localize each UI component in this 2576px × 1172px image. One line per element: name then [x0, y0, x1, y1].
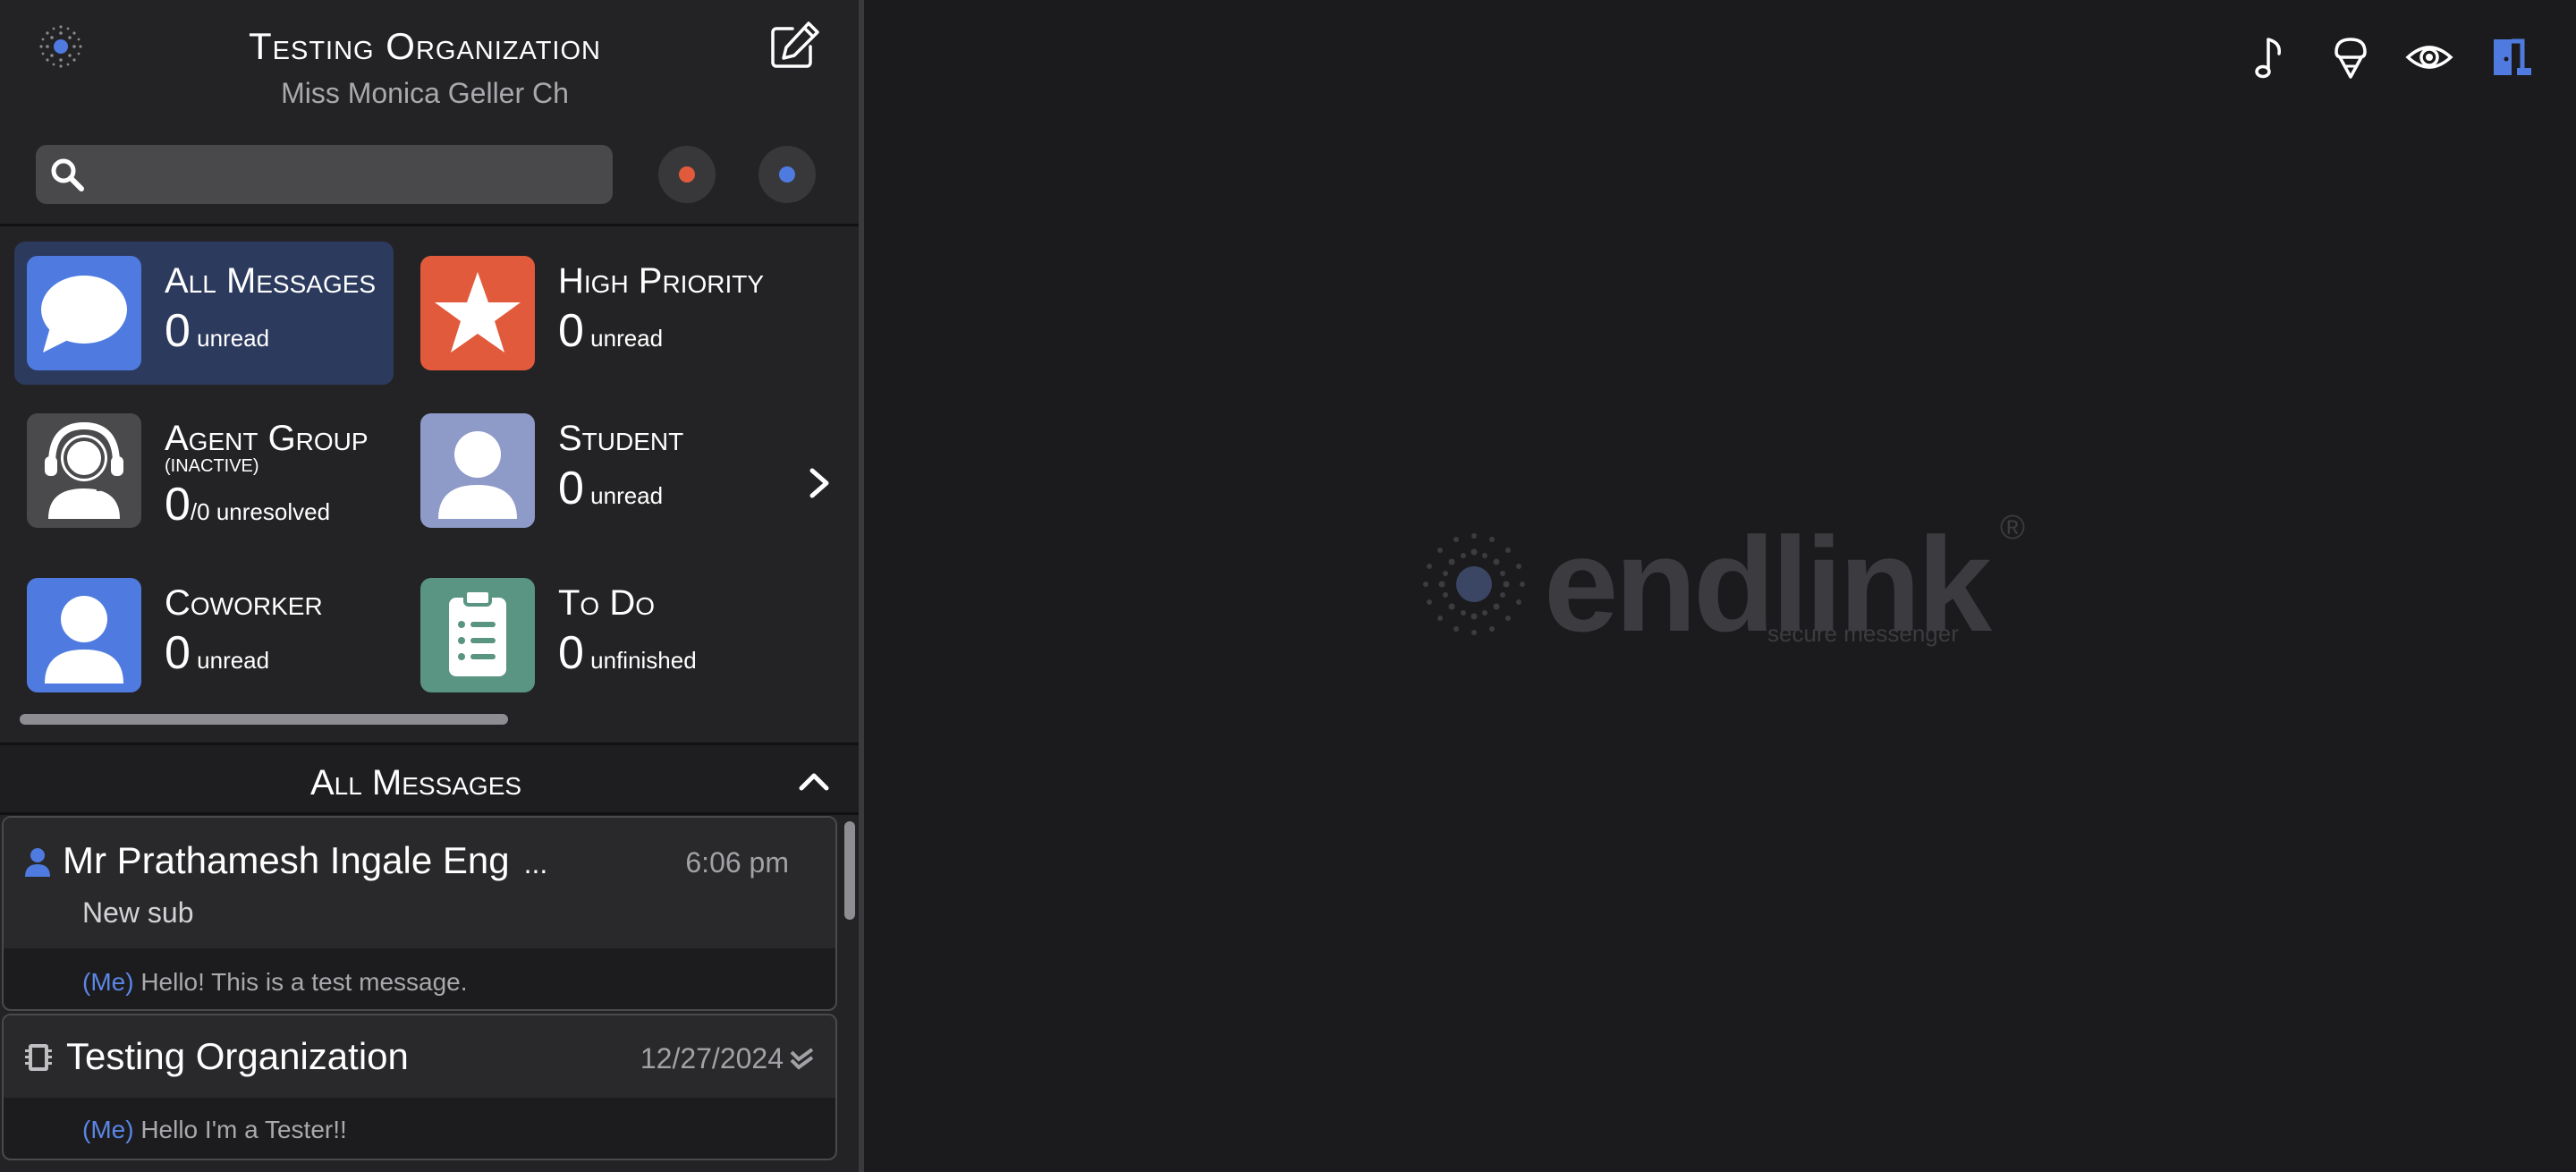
folder-count: 0 unread — [165, 305, 270, 357]
folder-title: To Do — [558, 583, 655, 623]
folder-count: 0 unread — [558, 463, 664, 514]
music-note-icon[interactable] — [2245, 32, 2295, 82]
user-name: Miss Monica Geller Ch — [281, 77, 569, 109]
headset-agent-icon — [27, 413, 141, 528]
conversation-time: 12/27/2024 — [640, 1042, 784, 1074]
folder-student[interactable]: Student 0 unread — [408, 399, 787, 542]
folder-high-priority[interactable]: High Priority 0 unread — [408, 242, 787, 385]
star-icon — [420, 256, 535, 370]
conversation-subject: New sub — [82, 896, 194, 929]
logout-door-icon[interactable] — [2487, 32, 2537, 82]
divider — [0, 224, 859, 226]
endlink-brand-logo: endlink ® secure messenger — [1419, 509, 2036, 659]
search-icon — [51, 158, 84, 191]
person-icon — [27, 578, 141, 692]
conversation-name: Testing Organization — [66, 1035, 409, 1077]
folder-to-do[interactable]: To Do 0 unfinished — [408, 564, 787, 707]
folders-horizontal-scrollbar[interactable] — [20, 714, 508, 725]
folder-title: Coworker — [165, 583, 323, 623]
folder-title: All Messages — [165, 261, 377, 301]
chevron-right-icon[interactable] — [805, 465, 835, 501]
folder-all-messages[interactable]: All Messages 0 unread — [14, 242, 394, 385]
search-bar — [36, 145, 613, 204]
folder-count: 0 unfinished — [558, 627, 697, 679]
brand-tagline: secure messenger — [1767, 620, 1959, 647]
sidebar: Testing Organization Miss Monica Geller … — [0, 0, 859, 1172]
folder-agent-group[interactable]: Agent Group (INACTIVE) 0/0 unresolved — [14, 399, 394, 542]
blue-dot-icon — [779, 166, 795, 183]
chat-bubble-icon — [27, 256, 141, 370]
folder-count: 0/0 unresolved — [165, 479, 331, 531]
filter-red-button[interactable] — [658, 146, 716, 203]
app-window: Testing Organization Miss Monica Geller … — [0, 0, 2576, 1172]
list-header: All Messages — [0, 745, 859, 815]
person-icon — [420, 413, 535, 528]
folder-title: Agent Group — [165, 419, 369, 458]
double-check-icon — [790, 1048, 814, 1070]
brand-registered: ® — [2000, 509, 2025, 547]
divider — [0, 812, 859, 815]
folder-count: 0 unread — [165, 627, 270, 679]
folder-count: 0 unread — [558, 305, 664, 357]
conversation-preview: (Me) Hello I'm a Tester!! — [82, 1116, 347, 1143]
conversation-name: Mr Prathamesh Ingale Eng... — [63, 839, 548, 881]
conversation-preview: (Me) Hello! This is a test message. — [82, 968, 468, 996]
person-icon — [25, 848, 50, 877]
main-panel: endlink ® secure messenger — [864, 0, 2576, 1172]
folder-coworker[interactable]: Coworker 0 unread — [14, 564, 394, 707]
eye-icon[interactable] — [2404, 32, 2454, 82]
chevron-up-icon[interactable] — [796, 765, 832, 795]
list-title: All Messages — [309, 763, 522, 803]
folder-title: High Priority — [558, 261, 765, 301]
folder-title: Student — [558, 419, 684, 458]
compose-icon[interactable] — [767, 18, 823, 73]
conversation-time: 6:06 pm — [685, 846, 789, 879]
org-name: Testing Organization — [249, 25, 601, 67]
endlink-logo-icon — [39, 25, 82, 68]
clipboard-list-icon — [420, 578, 535, 692]
building-icon — [25, 1044, 52, 1071]
ice-cream-icon[interactable] — [2326, 32, 2376, 82]
folder-status: (INACTIVE) — [165, 456, 259, 476]
filter-blue-button[interactable] — [758, 146, 816, 203]
list-vertical-scrollbar[interactable] — [844, 821, 855, 920]
search-input[interactable] — [98, 152, 599, 197]
conversation-item[interactable]: Mr Prathamesh Ingale Eng... 6:06 pm New … — [2, 816, 837, 1011]
red-dot-icon — [679, 166, 695, 183]
conversation-item[interactable]: Testing Organization 12/27/2024 (Me) Hel… — [2, 1014, 837, 1160]
